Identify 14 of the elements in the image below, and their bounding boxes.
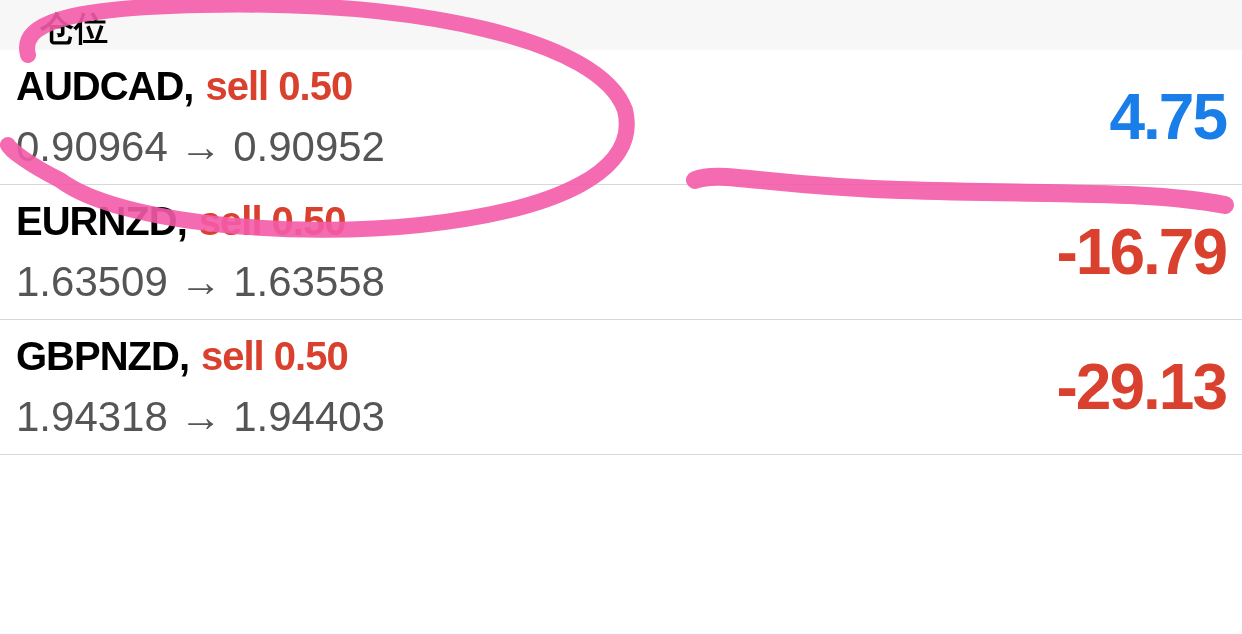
symbol-label: EURNZD, — [16, 198, 187, 244]
price-change: 0.90964 → 0.90952 — [16, 122, 385, 171]
profit-value: -16.79 — [1056, 215, 1226, 289]
header-title: 仓位 — [40, 8, 108, 49]
order-label: sell 0.50 — [205, 63, 353, 109]
price-change: 1.94318 → 1.94403 — [16, 392, 385, 441]
symbol-label: AUDCAD, — [16, 63, 194, 109]
symbol-label: GBPNZD, — [16, 333, 189, 379]
position-row[interactable]: GBPNZD, sell 0.50 1.94318 → 1.94403 -29.13 — [0, 320, 1242, 455]
position-row[interactable]: AUDCAD, sell 0.50 0.90964 → 0.90952 4.75 — [0, 50, 1242, 185]
profit-value: -29.13 — [1056, 350, 1226, 424]
profit-value: 4.75 — [1109, 80, 1226, 154]
order-label: sell 0.50 — [201, 333, 348, 379]
price-change: 1.63509 → 1.63558 — [16, 257, 385, 306]
